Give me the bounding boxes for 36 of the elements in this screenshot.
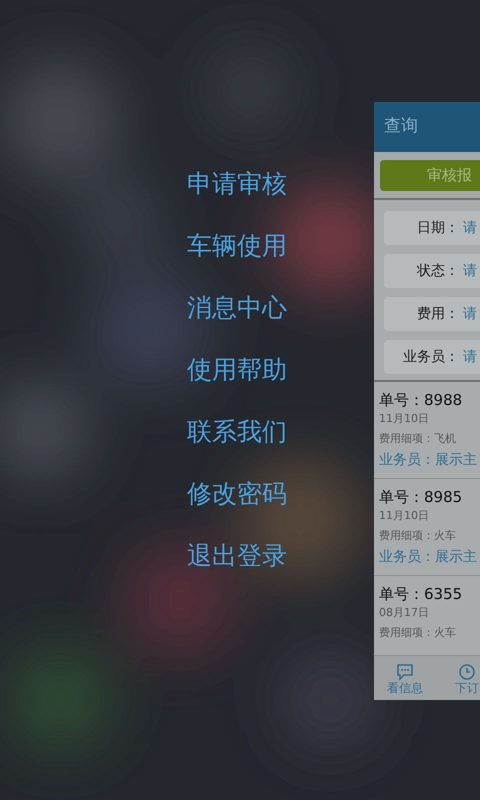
order-salesperson: 业务员：展示主 <box>379 453 478 470</box>
clock-icon <box>458 662 476 680</box>
filter-placeholder: 请 <box>463 218 477 238</box>
order-card[interactable]: 单号：8988 11月10日 费用细项：飞机 业务员：展示主 <box>374 382 480 479</box>
order-card[interactable]: 单号：8985 11月10日 费用细项：火车 业务员：展示主 <box>374 479 480 576</box>
filter-label: 状态： <box>416 262 460 280</box>
filter-placeholder: 请 <box>463 304 477 324</box>
filter-field[interactable]: 日期： 请 <box>384 211 480 245</box>
filter-label: 日期： <box>416 218 460 238</box>
menu-item[interactable]: 联系我们 <box>187 401 287 463</box>
filter-label: 费用： <box>416 304 460 324</box>
menu-item[interactable]: 使用帮助 <box>187 339 287 401</box>
order-date: 11月10日 <box>379 413 430 427</box>
order-date: 11月10日 <box>379 510 430 524</box>
chat-icon <box>396 662 414 680</box>
order-salesperson: 业务员：展示主 <box>379 550 478 567</box>
filter-field[interactable]: 状态： 请 <box>384 254 480 288</box>
filter-field[interactable]: 费用： 请 <box>384 297 480 331</box>
filter-label: 业务员： <box>402 348 460 366</box>
order-number: 单号：6355 <box>379 587 464 605</box>
menu-item[interactable]: 申请审核 <box>187 153 287 215</box>
filter-placeholder: 请 <box>463 262 477 280</box>
order-number: 单号：8988 <box>379 393 464 411</box>
order-detail: 费用细项：火车 <box>379 530 457 544</box>
order-detail: 费用细项：飞机 <box>379 433 457 447</box>
filter-placeholder: 请 <box>463 348 477 366</box>
menu-item[interactable]: 修改密码 <box>187 463 287 525</box>
menu-item[interactable]: 消息中心 <box>187 277 287 339</box>
menu-item[interactable]: 车辆使用 <box>187 215 287 277</box>
filter-field[interactable]: 业务员： 请 <box>384 340 480 374</box>
menu-item[interactable]: 退出登录 <box>187 525 287 587</box>
order-date: 08月17日 <box>379 607 430 621</box>
order-detail: 费用细项：火车 <box>379 627 457 641</box>
order-card[interactable]: 单号：6355 08月17日 费用细项：火车 <box>374 576 480 655</box>
panel-title: 查询 <box>384 115 418 138</box>
order-number: 单号：8985 <box>379 490 464 508</box>
